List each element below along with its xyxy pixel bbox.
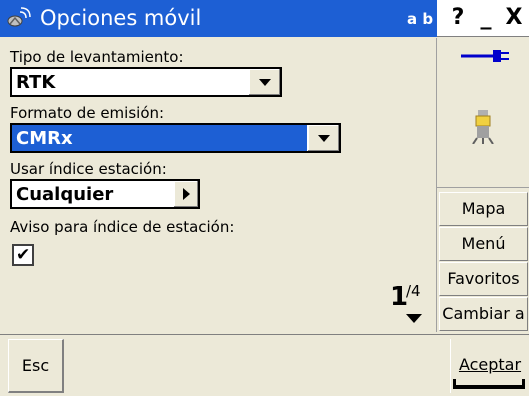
status-area: [437, 38, 529, 188]
page-down-icon[interactable]: [406, 314, 422, 323]
station-index-field[interactable]: Cualquier: [10, 179, 200, 209]
switch-to-button[interactable]: Cambiar a: [439, 297, 528, 331]
esc-button[interactable]: Esc: [8, 339, 64, 393]
chevron-down-icon[interactable]: [307, 125, 339, 151]
survey-type-value: RTK: [16, 72, 56, 93]
satellite-icon[interactable]: [6, 6, 32, 30]
title-bar-caption: Opciones móvil a b: [0, 0, 437, 37]
station-index-warning-label: Aviso para índice de estación:: [10, 218, 235, 236]
page-indicator[interactable]: 1 /4: [386, 280, 430, 326]
input-mode-indicator[interactable]: a b: [407, 10, 433, 28]
chevron-right-icon[interactable]: [174, 181, 198, 207]
enter-key-icon: [453, 379, 525, 389]
help-button[interactable]: ?: [444, 4, 472, 34]
accept-button-label: Aceptar: [458, 355, 522, 374]
accept-button[interactable]: Aceptar: [450, 339, 527, 393]
checkmark-icon: ✔: [16, 245, 31, 265]
broadcast-format-value: CMRx: [16, 128, 73, 149]
survey-type-label: Tipo de levantamiento:: [10, 48, 184, 66]
page-total: /4: [406, 282, 421, 300]
station-index-label: Usar índice estación:: [10, 160, 167, 178]
minimize-button[interactable]: _: [472, 4, 500, 34]
favorites-button[interactable]: Favoritos: [439, 262, 528, 296]
map-button[interactable]: Mapa: [439, 192, 528, 226]
menu-button[interactable]: Menú: [439, 227, 528, 261]
broadcast-format-label: Formato de emisión:: [10, 104, 165, 122]
close-button[interactable]: X: [500, 4, 528, 34]
window-title: Opciones móvil: [40, 6, 202, 30]
side-panel: Mapa Menú Favoritos Cambiar a: [436, 38, 529, 332]
broadcast-format-dropdown[interactable]: CMRx: [10, 123, 341, 153]
chevron-down-icon[interactable]: [248, 69, 280, 95]
title-bar: Opciones móvil a b ? _ X: [0, 0, 529, 37]
instrument-icon[interactable]: [471, 110, 495, 148]
connection-icon[interactable]: [459, 46, 511, 70]
station-index-warning-checkbox[interactable]: ✔: [12, 244, 34, 266]
survey-type-dropdown[interactable]: RTK: [10, 67, 282, 97]
station-index-value: Cualquier: [16, 184, 114, 205]
bottom-bar: Esc Aceptar: [0, 334, 529, 396]
